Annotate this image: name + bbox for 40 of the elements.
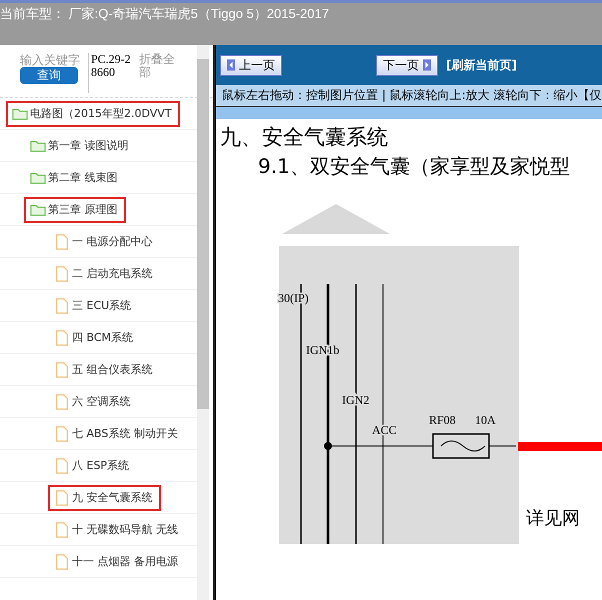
next-page-button[interactable]: 下一页 xyxy=(376,54,438,76)
document-icon xyxy=(54,458,70,474)
document-icon xyxy=(54,522,70,538)
right-arrow-icon xyxy=(423,59,431,71)
left-arrow-icon xyxy=(227,59,235,71)
hint-text: 鼠标左右拖动：控制图片位置 | 鼠标滚轮向上:放大 滚轮向下：缩小【仅 xyxy=(216,85,602,106)
tree-item[interactable]: 二 启动充电系统 xyxy=(48,260,160,286)
window-title: 当前车型： 厂家:Q-奇瑞汽车瑞虎5（Tiggo 5）2015-2017 xyxy=(0,5,329,23)
tree-item[interactable]: 一 电源分配中心 xyxy=(48,228,160,254)
scrollbar[interactable] xyxy=(197,45,209,600)
previous-page-button[interactable]: 上一页 xyxy=(220,54,282,76)
document-icon xyxy=(54,554,70,570)
code-label: PC.29-28660 xyxy=(88,53,133,93)
tree-item[interactable]: 第一章 读图说明 xyxy=(24,132,136,158)
tree-item[interactable]: 七 ABS系统 制动开关 xyxy=(48,420,186,446)
tree-item[interactable]: 四 BCM系统 xyxy=(48,324,142,350)
document-icon xyxy=(54,298,70,314)
document-icon xyxy=(54,362,70,378)
document-icon xyxy=(54,490,70,506)
tree-item[interactable]: 电路图（2015年型2.0DVVT xyxy=(6,100,180,126)
tree-item[interactable]: 九 安全气囊系统 xyxy=(48,484,160,510)
tree-item[interactable]: 第三章 原理图 xyxy=(24,196,126,222)
document-icon xyxy=(54,330,70,346)
tree-item[interactable]: 十一 点烟器 备用电源 xyxy=(48,548,186,574)
document-icon xyxy=(54,394,70,410)
tree-item[interactable]: 十 无碟数码导航 无线 xyxy=(48,516,186,542)
document-icon xyxy=(54,426,70,442)
refresh-link[interactable]: [刷新当前页] xyxy=(446,56,517,74)
tree-item[interactable]: 第二章 线束图 xyxy=(24,164,126,190)
tree-item[interactable]: 三 ECU系统 xyxy=(48,292,140,318)
document-icon xyxy=(54,266,70,282)
section-heading: 九、安全气囊系统 xyxy=(219,124,389,151)
section-subheading: 9.1、双安全气囊（家享型及家悦型 xyxy=(257,153,571,180)
search-field[interactable]: 输入关键字 xyxy=(20,53,82,67)
scrollbar-thumb[interactable] xyxy=(197,59,209,409)
document-icon xyxy=(54,234,70,250)
search-button[interactable]: 查询 xyxy=(20,67,78,84)
tree-item[interactable]: 五 组合仪表系统 xyxy=(48,356,160,382)
tree-item[interactable]: 八 ESP系统 xyxy=(48,452,138,478)
tree-item[interactable]: 六 空调系统 xyxy=(48,388,138,414)
